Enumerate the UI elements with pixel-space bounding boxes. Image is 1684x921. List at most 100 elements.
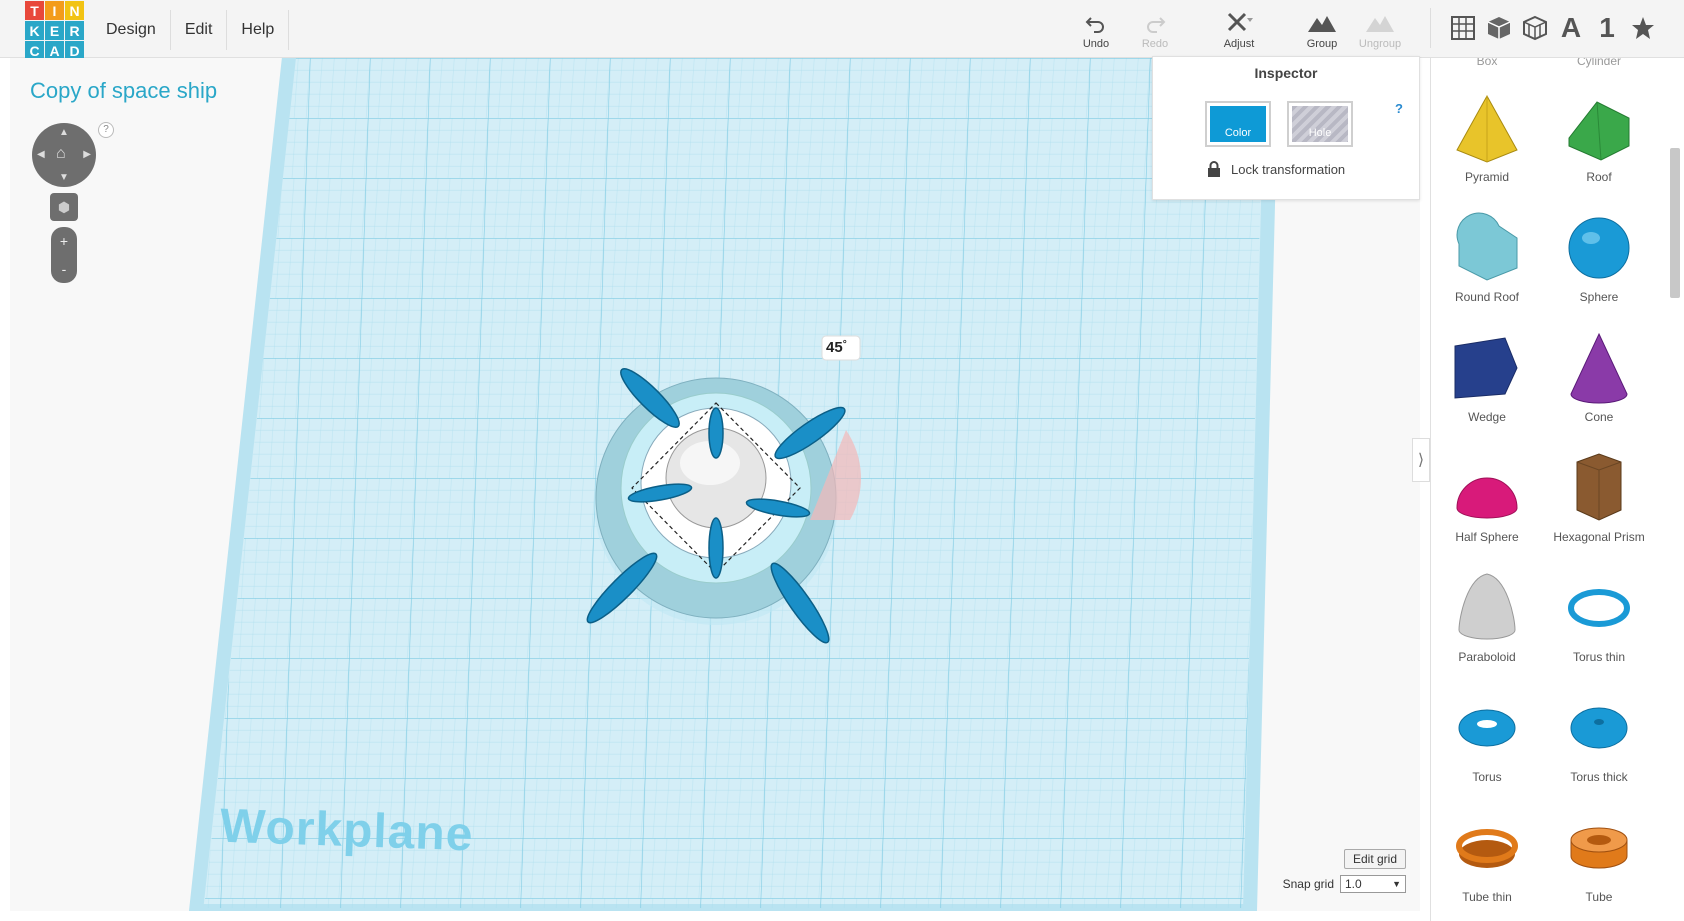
shape-name: Torus thick [1570,770,1628,784]
tinkercad-logo[interactable]: TINKERCAD [25,1,85,61]
logo-letter: K [25,21,44,40]
edit-grid-button[interactable]: Edit grid [1343,849,1406,869]
color-fill: Color [1210,106,1266,142]
roof-icon [1568,101,1630,161]
adjust-icon [1211,10,1267,38]
shape-name: Round Roof [1454,290,1520,304]
orbit-left-icon[interactable]: ◀ [37,149,45,160]
star-icon[interactable] [1625,10,1661,46]
menu-edit[interactable]: Edit [171,10,228,50]
rotation-unit: ° [842,339,847,350]
shape-item[interactable]: Hexagonal Prism [1543,442,1655,562]
cone-icon [1570,332,1628,404]
lock-transformation[interactable]: Lock transformation [1207,161,1345,177]
rotation-angle: 45° [826,339,847,356]
menu-design[interactable]: Design [92,10,171,50]
shape-name: Torus [1472,770,1502,784]
main-menu: Design Edit Help [92,10,290,50]
torus-thin-icon [1568,589,1630,627]
workplane-label: Workplane [219,799,475,862]
partial-shape-labels: Box Cylinder [1431,58,1667,68]
view-cube-icon[interactable]: ⬢ [50,193,78,221]
menu-help[interactable]: Help [227,10,290,50]
shape-item[interactable]: Sphere [1543,202,1655,322]
shape-name: Sphere [1579,290,1619,304]
shape-item[interactable]: Pyramid [1431,82,1543,202]
grid-controls: Edit grid Snap grid 1.0 ▼ [1283,849,1406,893]
workplane-grid-icon[interactable] [1445,10,1481,46]
color-swatch-button[interactable]: Color [1205,101,1271,147]
project-title[interactable]: Copy of space ship [30,78,217,104]
home-icon[interactable]: ⌂ [56,145,66,163]
nav-help-button[interactable]: ? [98,122,114,138]
shape-item[interactable]: Round Roof [1431,202,1543,322]
logo-letter: I [45,1,64,20]
adjust-label: Adjust [1223,38,1255,50]
shape-name: Hexagonal Prism [1553,530,1645,544]
orbit-wheel[interactable]: ▲ ▼ ◀ ▶ ⌂ [32,123,96,187]
ungroup-label: Ungroup [1358,38,1402,50]
torus-icon [1458,709,1516,747]
group-icon [1294,10,1350,38]
text-tool-icon[interactable]: A [1553,10,1589,46]
number-tool-icon[interactable]: 1 [1589,10,1625,46]
shape-name: Roof [1586,170,1612,184]
group-button[interactable]: Group [1294,10,1350,50]
undo-icon [1068,10,1124,38]
shape-name: Pyramid [1464,170,1509,184]
redo-icon [1127,10,1183,38]
pyramid-icon [1456,94,1518,163]
redo-button[interactable]: Redo [1127,10,1183,50]
shape-name: Half Sphere [1455,530,1519,544]
adjust-button[interactable]: Adjust [1211,10,1267,50]
shape-item[interactable]: Tube [1543,802,1655,921]
logo-letter: R [65,21,84,40]
shape-item[interactable]: Torus thin [1543,562,1655,682]
redo-label: Redo [1141,38,1169,50]
hex-prism-icon [1576,453,1622,521]
group-label: Group [1306,38,1338,50]
orbit-right-icon[interactable]: ▶ [83,149,91,160]
rotation-value: 45 [826,339,843,356]
shape-name: Wedge [1468,410,1506,424]
shapes-scrollbar[interactable] [1670,148,1680,298]
zoom-out-button[interactable]: - [62,261,67,277]
top-bar: TINKERCAD Design Edit Help Undo Redo Adj… [0,0,1684,61]
snap-grid-value: 1.0 [1345,877,1362,891]
zoom-control: + - [51,227,77,283]
orbit-up-icon[interactable]: ▲ [59,127,69,138]
tube-thin-icon [1456,829,1518,868]
shape-item[interactable]: Paraboloid [1431,562,1543,682]
undo-button[interactable]: Undo [1068,10,1124,50]
shape-item[interactable]: Cone [1543,322,1655,442]
shape-item[interactable]: Torus [1431,682,1543,802]
round-roof-icon [1456,212,1518,281]
shape-item[interactable]: Half Sphere [1431,442,1543,562]
wireframe-cube-icon[interactable] [1517,10,1553,46]
zoom-in-button[interactable]: + [60,233,68,249]
undo-label: Undo [1082,38,1110,50]
shape-name: Torus thin [1572,650,1626,664]
color-label: Color [1224,127,1252,139]
inspector-panel: Inspector ? Color Hole Lock transformati… [1152,56,1420,200]
inspector-title: Inspector [1254,65,1318,81]
snap-grid-label: Snap grid [1282,877,1334,891]
hole-button[interactable]: Hole [1287,101,1353,147]
snap-grid-select[interactable]: 1.0 ▼ [1340,875,1406,893]
shape-name: Tube [1585,890,1613,904]
orbit-down-icon[interactable]: ▼ [59,172,69,183]
wedge-icon [1454,337,1518,399]
hole-label: Hole [1308,127,1332,139]
shape-item[interactable]: Torus thick [1543,682,1655,802]
sphere-icon [1568,217,1630,279]
collapse-panel-button[interactable]: ⟩ [1412,438,1430,482]
shape-item[interactable]: Roof [1543,82,1655,202]
lock-label: Lock transformation [1231,161,1346,177]
shape-name: Tube thin [1462,890,1512,904]
tube-icon [1570,827,1628,869]
shape-item[interactable]: Tube thin [1431,802,1543,921]
ungroup-button[interactable]: Ungroup [1352,10,1408,50]
solid-cube-icon[interactable] [1481,10,1517,46]
inspector-help-button[interactable]: ? [1395,101,1403,116]
shape-item[interactable]: Wedge [1431,322,1543,442]
